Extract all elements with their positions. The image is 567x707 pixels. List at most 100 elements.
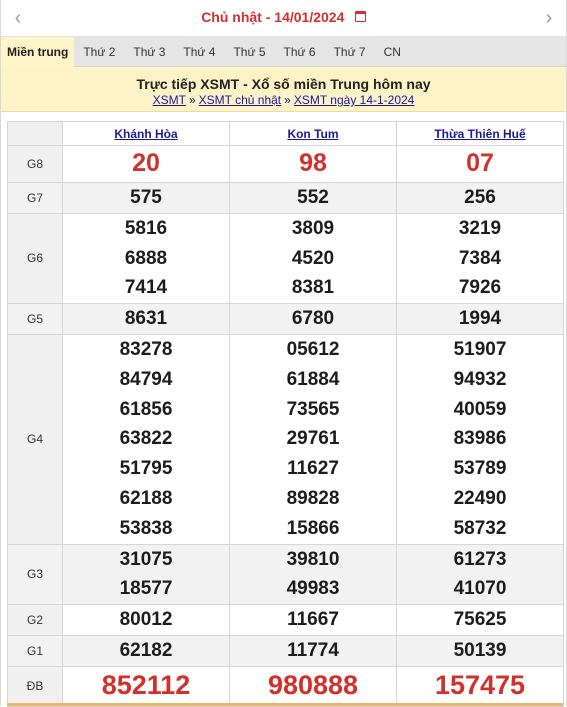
prize-number: 94932 — [453, 368, 507, 390]
prize-number: 7384 — [458, 247, 502, 269]
prize-cell: 83278 84794 61856 63822 51795 62188 53838 — [62, 333, 230, 545]
tab-mien-trung[interactable]: Miền trung — [1, 37, 75, 67]
header-corner — [7, 121, 63, 146]
prize-number: 73565 — [286, 398, 340, 420]
prize-row: ĐB 852112 980888 157475 — [7, 665, 564, 707]
chevron-left-icon[interactable]: ‹ — [3, 0, 33, 37]
prize-label: G4 — [7, 333, 63, 545]
title-banner: Trực tiếp XSMT - Xổ số miền Trung hôm na… — [1, 67, 566, 112]
tab-thu-3[interactable]: Thứ 3 — [124, 37, 174, 67]
prize-cell: 552 — [229, 182, 397, 214]
prize-row: G6 5816 6888 7414 3809 4520 8381 3219 7384 7926 — [7, 212, 564, 305]
prize-cell: 31075 18577 — [62, 543, 230, 606]
prize-number: 51795 — [119, 458, 173, 480]
prize-number: 80012 — [119, 609, 173, 631]
prize-number: 61273 — [453, 548, 507, 570]
prize-cell: 62182 — [62, 634, 230, 667]
prize-number: 51907 — [453, 338, 507, 360]
prize-number: 89828 — [286, 487, 340, 509]
prize-number: 3219 — [458, 217, 502, 239]
prize-number: 62182 — [119, 639, 173, 661]
page-title: Trực tiếp XSMT - Xổ số miền Trung hôm na… — [136, 76, 431, 92]
prize-number: 50139 — [453, 639, 507, 661]
prize-number: 6780 — [291, 308, 335, 330]
prize-number: 49983 — [286, 578, 340, 600]
prize-cell: 75625 — [396, 604, 564, 636]
prize-number: 22490 — [453, 487, 507, 509]
prize-cell: 5816 6888 7414 — [62, 212, 230, 305]
prize-label: ĐB — [7, 665, 63, 707]
breadcrumb-xsmt-date[interactable]: XSMT ngày 14-1-2024 — [294, 93, 415, 107]
prize-row: G8 20 98 07 — [7, 145, 564, 183]
prize-number: 11667 — [287, 609, 339, 631]
prize-cell: 256 — [396, 182, 564, 214]
chevron-right-icon[interactable]: › — [534, 0, 564, 37]
prize-number: 84794 — [119, 368, 173, 390]
prize-cell: 07 — [396, 145, 564, 183]
breadcrumb-separator: » — [284, 93, 291, 107]
region-day-tabs: Miền trung Thứ 2 Thứ 3 Thứ 4 Thứ 5 Thứ 6… — [1, 37, 566, 67]
prize-rows: G8 20 98 07 G7 575 552 256 G6 5816 6888 7414 3809 452… — [7, 145, 564, 707]
prize-label: G6 — [7, 212, 63, 305]
prize-number: 62188 — [119, 487, 173, 509]
tab-thu-4[interactable]: Thứ 4 — [174, 37, 224, 67]
prize-number: 61856 — [119, 398, 173, 420]
tab-thu-5[interactable]: Thứ 5 — [224, 37, 274, 67]
province-header: Khánh Hòa — [62, 121, 230, 146]
breadcrumb-xsmt-chu-nhat[interactable]: XSMT chủ nhật — [199, 93, 282, 107]
prize-label: G2 — [7, 604, 63, 636]
prize-cell: 157475 — [396, 665, 564, 707]
prize-number: 15866 — [286, 517, 340, 539]
prize-number: 4520 — [291, 247, 335, 269]
prize-row: G5 8631 6780 1994 — [7, 303, 564, 335]
prize-cell: 80012 — [62, 604, 230, 636]
prize-number: 7414 — [124, 277, 168, 299]
tab-chu-nhat[interactable]: CN — [375, 37, 410, 67]
calendar-icon — [354, 11, 366, 23]
prize-number: 39810 — [286, 548, 340, 570]
prize-cell: 852112 — [62, 665, 230, 707]
prize-number: 83986 — [453, 428, 507, 450]
prize-number: 61884 — [286, 368, 340, 390]
tab-thu-7[interactable]: Thứ 7 — [325, 37, 375, 67]
prize-cell: 20 — [62, 145, 230, 183]
prize-cell: 8631 — [62, 303, 230, 335]
prize-cell: 3809 4520 8381 — [229, 212, 397, 305]
prize-number: 3809 — [291, 217, 335, 239]
prize-cell: 3219 7384 7926 — [396, 212, 564, 305]
prize-cell: 980888 — [229, 665, 397, 707]
date-label: Chủ nhật - 14/01/2024 — [201, 9, 345, 25]
prize-row: G7 575 552 256 — [7, 182, 564, 214]
province-link-thua-thien-hue[interactable]: Thừa Thiên Huế — [434, 127, 525, 141]
province-link-kon-tum[interactable]: Kon Tum — [287, 127, 338, 141]
province-header: Thừa Thiên Huế — [396, 121, 564, 146]
prize-number: 58732 — [453, 517, 507, 539]
prize-number: 63822 — [119, 428, 173, 450]
prize-row: G1 62182 11774 50139 — [7, 634, 564, 667]
prize-number: 05612 — [286, 338, 340, 360]
breadcrumb-xsmt[interactable]: XSMT — [153, 93, 186, 107]
prize-cell: 39810 49983 — [229, 543, 397, 606]
prize-number: 8631 — [124, 308, 168, 330]
prize-number: 53838 — [119, 517, 173, 539]
tab-thu-6[interactable]: Thứ 6 — [275, 37, 325, 67]
prize-cell: 11774 — [229, 634, 397, 667]
prize-number: 575 — [130, 187, 162, 208]
province-header-row: Khánh Hòa Kon Tum Thừa Thiên Huế — [7, 121, 564, 146]
date-picker[interactable]: Chủ nhật - 14/01/2024 — [201, 9, 366, 27]
prize-number: 98 — [299, 149, 327, 178]
breadcrumb: XSMT» XSMT chủ nhật» XSMT ngày 14-1-2024 — [1, 92, 566, 108]
prize-number: 11627 — [287, 458, 339, 480]
breadcrumb-separator: » — [188, 93, 196, 107]
province-link-khanh-hoa[interactable]: Khánh Hòa — [114, 127, 177, 141]
prize-row: G4 83278 84794 61856 63822 51795 62188 53838 056… — [7, 333, 564, 545]
prize-cell: 51907 94932 40059 83986 53789 22490 58732 — [396, 333, 564, 545]
prize-number: 7926 — [458, 277, 502, 299]
prize-number: 53789 — [453, 458, 507, 480]
prize-cell: 11667 — [229, 604, 397, 636]
prize-number: 18577 — [119, 578, 173, 600]
prize-label: G5 — [7, 303, 63, 335]
prize-number: 40059 — [453, 398, 507, 420]
prize-number: 5816 — [124, 217, 168, 239]
tab-thu-2[interactable]: Thứ 2 — [74, 37, 124, 67]
